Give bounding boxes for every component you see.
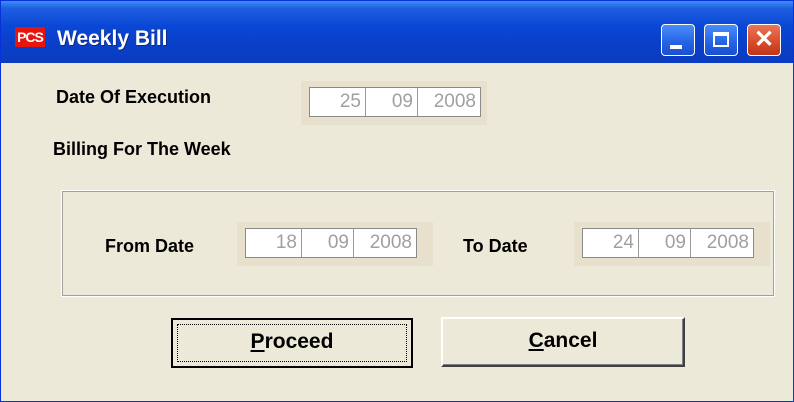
weekly-bill-window: PCS Weekly Bill ✕ Date Of Execution 25 0… [0,0,794,402]
cancel-mnemonic: C [528,329,544,352]
to-date-field[interactable]: 24 09 2008 [582,228,754,258]
from-date-picker[interactable]: 18 09 2008 [237,222,433,266]
date-of-execution-month[interactable]: 09 [366,88,418,116]
cancel-label: ancel [543,329,598,352]
billing-for-the-week-label: Billing For The Week [53,139,231,159]
focus-rectangle [177,324,407,362]
to-date-day[interactable]: 24 [583,229,639,257]
from-date-month[interactable]: 09 [302,229,354,257]
cancel-button[interactable]: Cancel [441,317,685,367]
from-date-field[interactable]: 18 09 2008 [245,228,417,258]
to-date-label: To Date [463,236,528,256]
title-bar[interactable]: PCS Weekly Bill ✕ [1,1,793,63]
proceed-button[interactable]: Proceed [171,318,413,368]
date-of-execution-day[interactable]: 25 [310,88,366,116]
date-of-execution-picker[interactable]: 25 09 2008 [301,81,487,125]
date-of-execution-year[interactable]: 2008 [418,88,480,116]
from-date-year[interactable]: 2008 [354,229,416,257]
minimize-button[interactable] [661,24,695,56]
window-title: Weekly Bill [57,27,168,50]
to-date-year[interactable]: 2008 [691,229,753,257]
maximize-button[interactable] [704,24,738,56]
to-date-month[interactable]: 09 [639,229,691,257]
date-of-execution-label: Date Of Execution [56,87,212,107]
to-date-picker[interactable]: 24 09 2008 [574,222,770,266]
date-of-execution-field[interactable]: 25 09 2008 [309,87,481,117]
close-button[interactable]: ✕ [747,24,781,56]
close-icon: ✕ [753,26,775,53]
from-date-label: From Date [105,236,195,256]
from-date-day[interactable]: 18 [246,229,302,257]
pcs-app-icon: PCS [15,27,45,47]
minimize-icon [670,45,682,49]
week-range-group: From Date 18 09 2008 To Date 24 09 2008 [61,190,775,297]
maximize-icon [713,32,729,47]
